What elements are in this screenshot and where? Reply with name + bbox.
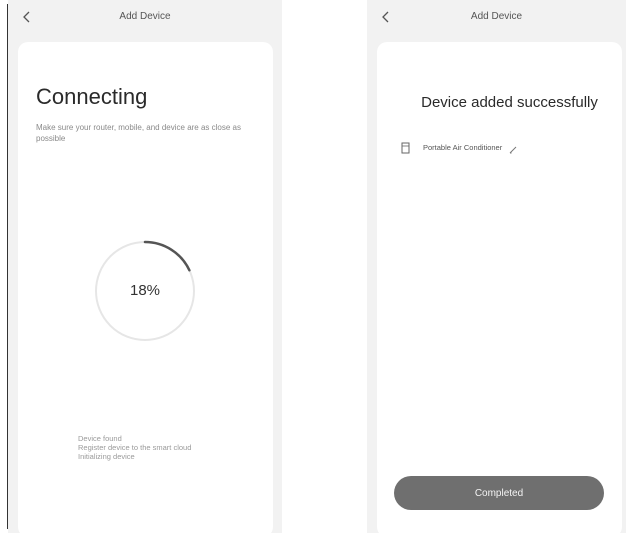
- device-icon: [401, 141, 411, 154]
- top-bar: Add Device: [367, 0, 626, 38]
- success-screen: Add Device Device added successfully Por…: [367, 0, 626, 533]
- connecting-screen: Add Device Connecting Make sure your rou…: [8, 0, 282, 533]
- device-name: Portable Air Conditioner: [423, 142, 503, 152]
- device-item: Portable Air Conditioner: [401, 140, 518, 154]
- success-heading: Device added successfully: [421, 94, 598, 111]
- pencil-icon[interactable]: [508, 142, 518, 154]
- connection-status: Device found Register device to the smar…: [78, 434, 268, 461]
- page-title: Add Device: [119, 11, 171, 22]
- top-bar: Add Device: [8, 0, 282, 38]
- progress-percent: 18%: [129, 282, 161, 299]
- success-card: Device added successfully Portable Air C…: [377, 42, 622, 533]
- connecting-hint-text: Make sure your router, mobile, and devic…: [36, 123, 241, 143]
- status-line-initializing: Initializing device: [78, 452, 135, 461]
- completed-button[interactable]: Completed: [394, 476, 604, 510]
- connecting-heading: Connecting: [36, 84, 148, 109]
- status-line-device-found: Device found: [78, 434, 122, 443]
- status-line-register: Register device to the smart cloud: [78, 443, 192, 452]
- page-title: Add Device: [470, 11, 523, 22]
- connecting-card: Connecting Make sure your router, mobile…: [18, 42, 273, 533]
